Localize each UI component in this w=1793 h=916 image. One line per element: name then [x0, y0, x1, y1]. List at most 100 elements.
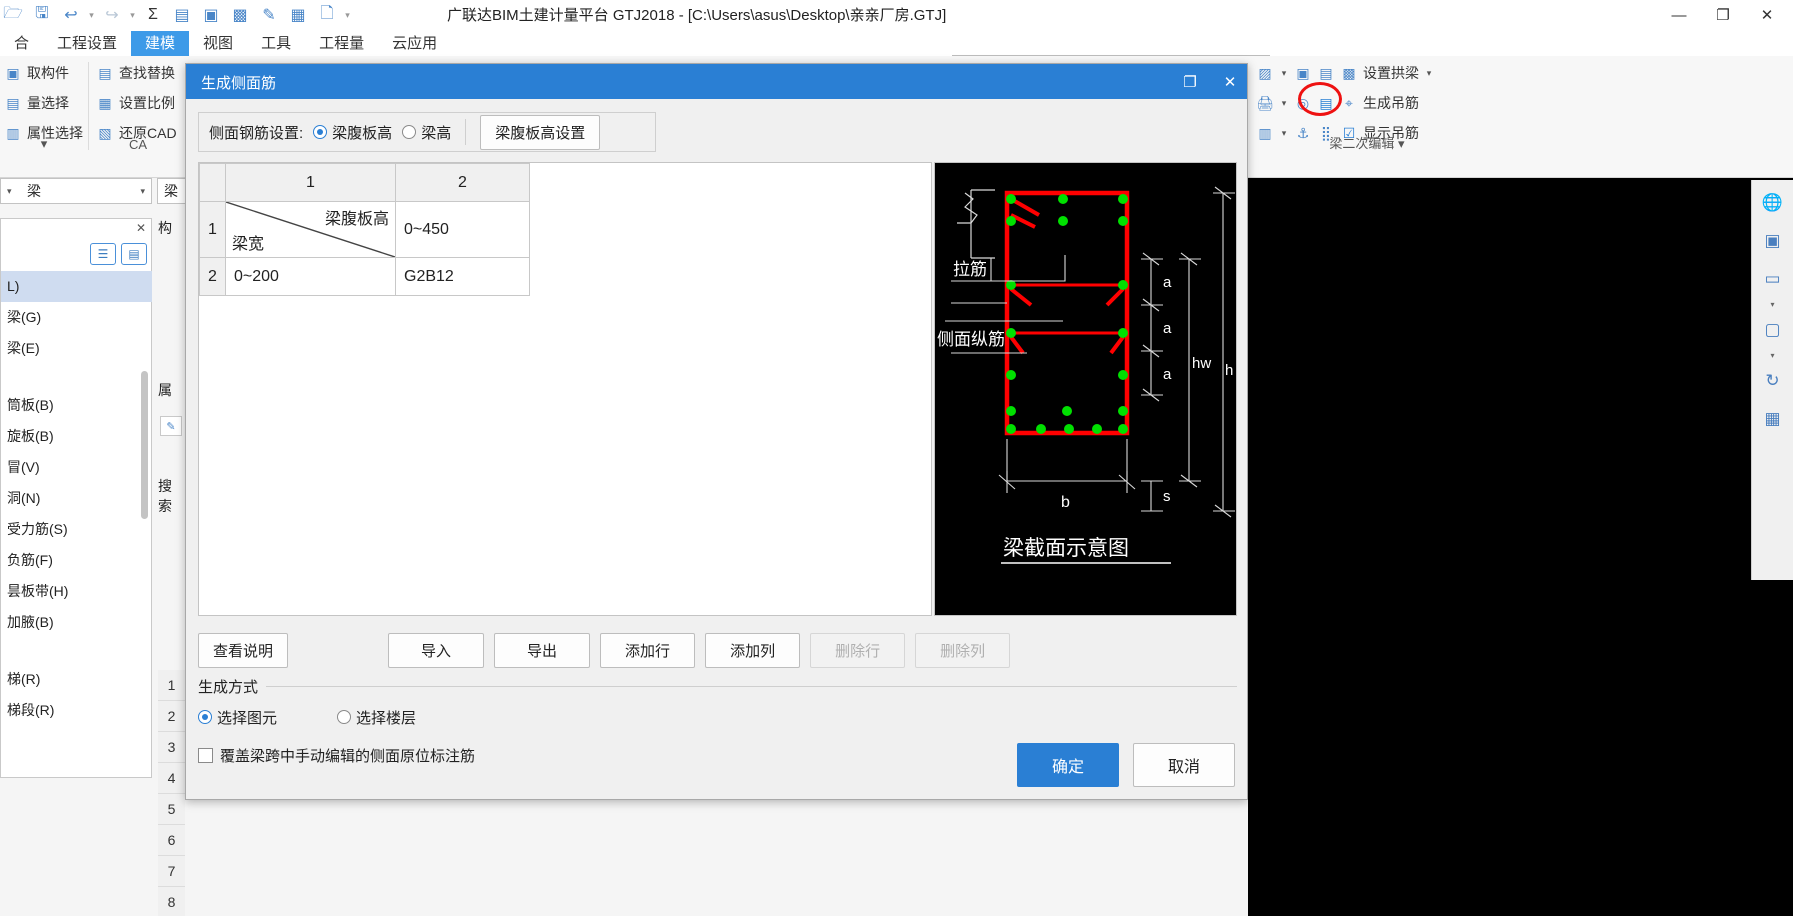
radio-select-element[interactable]: 选择图元: [198, 707, 277, 728]
dim-hw-label: hw: [1192, 355, 1211, 372]
minimize-button[interactable]: —: [1657, 1, 1701, 29]
dim-h-label: h: [1225, 362, 1233, 379]
radio-select-element-indicator: [198, 710, 212, 724]
cancel-button[interactable]: 取消: [1132, 743, 1235, 787]
globe-icon[interactable]: 🌐: [1756, 186, 1790, 220]
dialog-title: 生成侧面筋: [201, 75, 277, 92]
list-item-7[interactable]: 洞(N): [1, 483, 152, 514]
fieldset-line: [198, 686, 1237, 687]
chevron-down-icon-2[interactable]: ▾: [1424, 68, 1434, 79]
table-header-blank: [529, 163, 931, 202]
add-column-button[interactable]: 添加列: [705, 632, 801, 668]
component-float-panel: ✕ ☰ ▤ L) 梁(G) 梁(E) 筒板(B) 旋板(B) 冒(V) 洞(N)…: [0, 218, 152, 778]
dim-a-3: a: [1163, 366, 1172, 383]
menu-item-quantity[interactable]: 工程量: [305, 31, 378, 56]
report-icon[interactable]: ▣: [198, 3, 224, 27]
grid-matrix-icon[interactable]: ▦: [1756, 402, 1790, 436]
list-item-2[interactable]: 梁(E): [1, 333, 152, 364]
combo-left-caret-icon[interactable]: ▾: [7, 186, 12, 197]
tool-icon-a: ▤: [1319, 64, 1333, 81]
grid-icon[interactable]: ▦: [285, 3, 311, 27]
table-cell-r2c2[interactable]: G2B12: [395, 257, 530, 296]
table-cell-r2c1[interactable]: 0~200: [225, 257, 396, 296]
list-item-10[interactable]: 昙板带(H): [1, 576, 152, 607]
import-button[interactable]: 导入: [388, 632, 485, 668]
close-icon[interactable]: ✕: [136, 221, 146, 235]
radio-beam-height[interactable]: 梁高: [402, 122, 451, 143]
list-item-8[interactable]: 受力筋(S): [1, 514, 152, 545]
ribbon-group4-title[interactable]: 梁二次编辑 ▾: [1252, 133, 1482, 152]
ribbon-label-arch: 设置拱梁: [1363, 65, 1419, 81]
component-name-combo[interactable]: 梁: [157, 178, 185, 204]
search-label: 搜索: [158, 478, 172, 514]
chevron-down-icon-combo[interactable]: ▾: [140, 186, 145, 197]
layer-icon[interactable]: ▢: [1756, 313, 1790, 347]
dialog-title-bar: 生成侧面筋 ❐ ✕: [186, 64, 1247, 99]
chevron-down-icon-dock2[interactable]: ▾: [1770, 351, 1774, 360]
list-item-11[interactable]: 加腋(B): [1, 607, 152, 638]
export-button[interactable]: 导出: [494, 632, 591, 668]
checkbox-overwrite-manual-rebar[interactable]: 覆盖梁跨中手动编辑的侧面原位标注筋: [198, 745, 475, 766]
new-component-icon[interactable]: ✎: [160, 416, 182, 436]
list-item-1[interactable]: 梁(G): [1, 302, 152, 333]
table-header-col2[interactable]: 2: [395, 163, 530, 202]
table-header-row: 1 2: [199, 163, 931, 202]
dialog-footer: 确定 取消: [1016, 743, 1235, 787]
list-item-5[interactable]: 旋板(B): [1, 421, 152, 452]
list-view-icon[interactable]: ☰: [90, 243, 116, 265]
menu-item-tools[interactable]: 工具: [247, 31, 305, 56]
table-cell-r1c2[interactable]: 0~450: [395, 201, 530, 258]
list-item-6[interactable]: 冒(V): [1, 452, 152, 483]
beam-section-preview: 拉筋 侧面纵筋 a a a hw h s b 梁截面示意图: [934, 162, 1237, 616]
restore-button[interactable]: ❐: [1701, 1, 1745, 29]
ok-button[interactable]: 确定: [1016, 743, 1119, 787]
side-rebar-table-wrap[interactable]: 1 2 1 梁腹板高 梁宽 0~450 2 0~200 G2B12: [198, 162, 932, 616]
qat-more-caret[interactable]: ▾: [343, 10, 352, 21]
ribbon-label-hang: 生成吊筋: [1363, 95, 1419, 111]
delete-row-button[interactable]: 删除行: [810, 632, 906, 668]
radio-web-height[interactable]: 梁腹板高: [313, 122, 392, 143]
check-icon[interactable]: ▩: [227, 3, 253, 27]
table-row[interactable]: 1 梁腹板高 梁宽 0~450: [199, 201, 931, 258]
rotate-icon[interactable]: ↻: [1756, 364, 1790, 398]
ribbon-row-arch[interactable]: ▨ ▾ ▣ ▤ ▩ 设置拱梁 ▾: [1252, 58, 1482, 88]
ribbon-row-hang[interactable]: 🖨 ▾ ◎ ▤ ⌖ 生成吊筋: [1252, 88, 1482, 118]
chevron-down-icon-dock1[interactable]: ▾: [1770, 300, 1774, 309]
view3d-icon[interactable]: ▣: [1756, 224, 1790, 258]
list-item-9[interactable]: 负筋(F): [1, 545, 152, 576]
chevron-down-icon-1[interactable]: ▾: [1279, 68, 1289, 79]
web-height-settings-button[interactable]: 梁腹板高设置: [480, 114, 601, 150]
left-region: ▾ 梁 ▾ 梁 ✕ ☰ ▤ L) 梁(G) 梁(E) 筒板(B) 旋板(B) 冒…: [0, 0, 185, 916]
scrollbar-thumb[interactable]: [141, 371, 148, 519]
new-doc-icon[interactable]: 🗋: [314, 3, 340, 27]
menu-bar: 合 工程设置 建模 视图 工具 工程量 云应用 如何布置供过梁及供板处的钢筋? …: [0, 30, 1793, 87]
chevron-down-icon-3[interactable]: ▾: [1279, 98, 1289, 109]
dialog-restore-button[interactable]: ❐: [1179, 73, 1201, 91]
table-corner-cell[interactable]: 梁腹板高 梁宽: [225, 201, 396, 258]
list-item-4[interactable]: 筒板(B): [1, 390, 152, 421]
table-row[interactable]: 2 0~200 G2B12: [199, 257, 931, 296]
side-rebar-table: 1 2 1 梁腹板高 梁宽 0~450 2 0~200 G2B12: [199, 163, 931, 296]
close-button[interactable]: ✕: [1745, 1, 1789, 29]
table-cell-r1-blank: [530, 202, 931, 258]
table-header-col1[interactable]: 1: [225, 163, 396, 202]
window-icon[interactable]: ▭: [1756, 262, 1790, 296]
detail-view-icon[interactable]: ▤: [121, 243, 147, 265]
component-type-combo[interactable]: ▾ 梁 ▾: [0, 178, 152, 204]
pencil-icon[interactable]: ✎: [256, 3, 282, 27]
list-item-14[interactable]: 梯段(R): [1, 695, 152, 726]
radio-select-floor[interactable]: 选择楼层: [337, 707, 416, 728]
delete-column-button[interactable]: 删除列: [915, 632, 1011, 668]
menu-item-view[interactable]: 视图: [189, 31, 247, 56]
print-icon: 🖨: [1256, 94, 1274, 111]
side-rebar-icon[interactable]: ▤: [1317, 95, 1335, 112]
list-item-13[interactable]: 梯(R): [1, 664, 152, 695]
add-row-button[interactable]: 添加行: [600, 632, 696, 668]
label-side-rebar: 侧面纵筋: [937, 330, 1005, 349]
model-canvas[interactable]: [1248, 178, 1793, 916]
dialog-close-button[interactable]: ✕: [1219, 73, 1241, 91]
list-item-0[interactable]: L): [1, 271, 152, 302]
view-instructions-button[interactable]: 查看说明: [198, 632, 289, 668]
question-circle-icon: ◎: [1296, 94, 1310, 111]
menu-item-cloud[interactable]: 云应用: [378, 31, 451, 56]
